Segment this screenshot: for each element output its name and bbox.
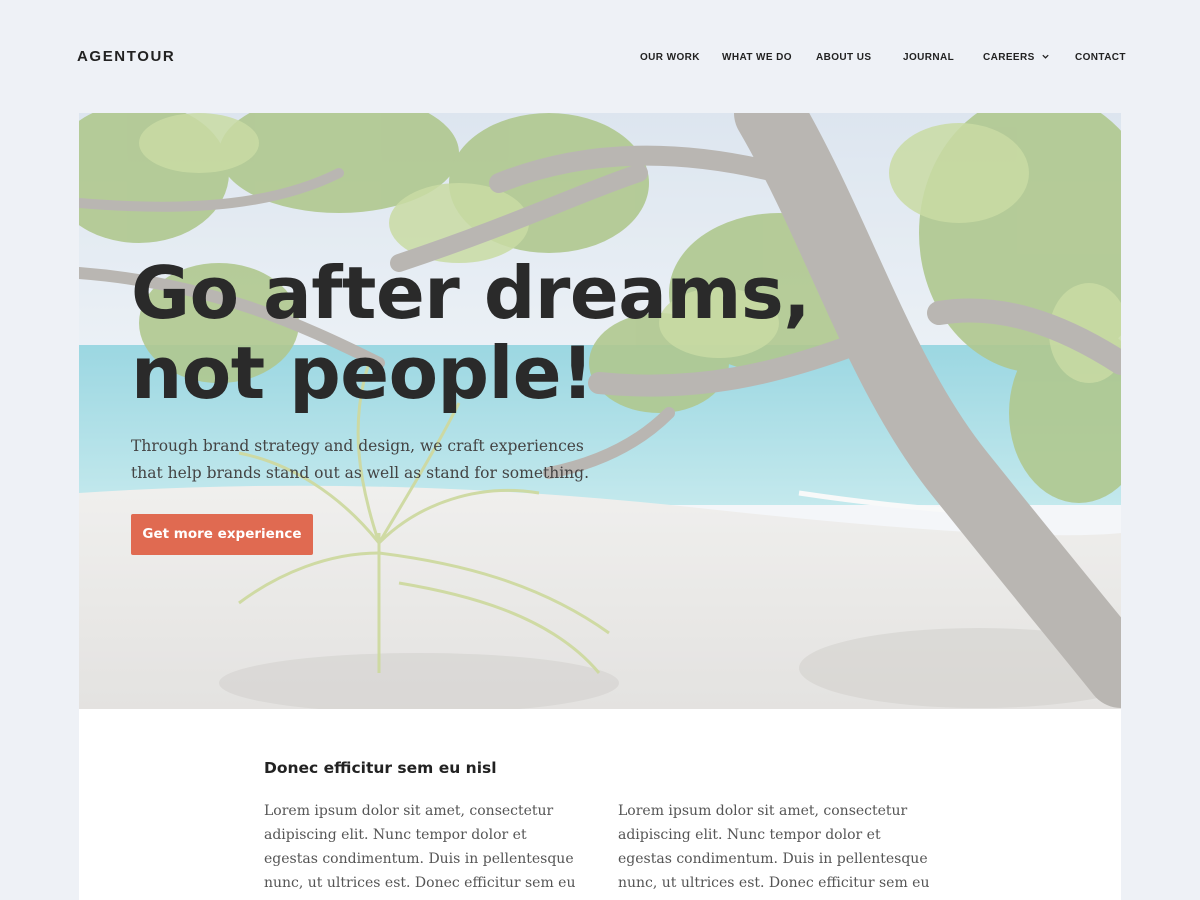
hero-title-line-1: Go after dreams, [131,251,811,335]
hero-title-line-2: not people! [131,331,594,415]
hero-subtitle: Through brand strategy and design, we cr… [131,437,589,482]
get-more-experience-button[interactable]: Get more experience [131,514,313,555]
nav-item-what-we-do[interactable]: WHAT WE DO [722,52,792,64]
text-column-2: Lorem ipsum dolor sit amet, consectetur … [618,803,930,900]
main-nav: OUR WORK WHAT WE DO ABOUT US JOURNAL CAR… [0,52,1200,66]
nav-item-journal[interactable]: JOURNAL [903,52,954,64]
text-column-1: Lorem ipsum dolor sit amet, consectetur … [264,803,576,900]
nav-item-contact[interactable]: CONTACT [1075,52,1126,64]
content-section: Donec efficitur sem eu nisl Lorem ipsum … [79,709,1121,900]
hero-section: Go after dreams, not people! Through bra… [79,113,1121,709]
chevron-down-icon[interactable] [1041,52,1050,61]
nav-item-our-work[interactable]: OUR WORK [640,52,700,64]
nav-item-about-us[interactable]: ABOUT US [816,52,871,64]
nav-item-careers[interactable]: CAREERS [983,52,1050,64]
hero-title: Go after dreams, not people! [131,251,811,415]
section-heading: Donec efficitur sem eu nisl [264,759,497,777]
nav-item-careers-label: CAREERS [983,52,1035,63]
site-header: AGENTOUR OUR WORK WHAT WE DO ABOUT US JO… [0,0,1200,112]
